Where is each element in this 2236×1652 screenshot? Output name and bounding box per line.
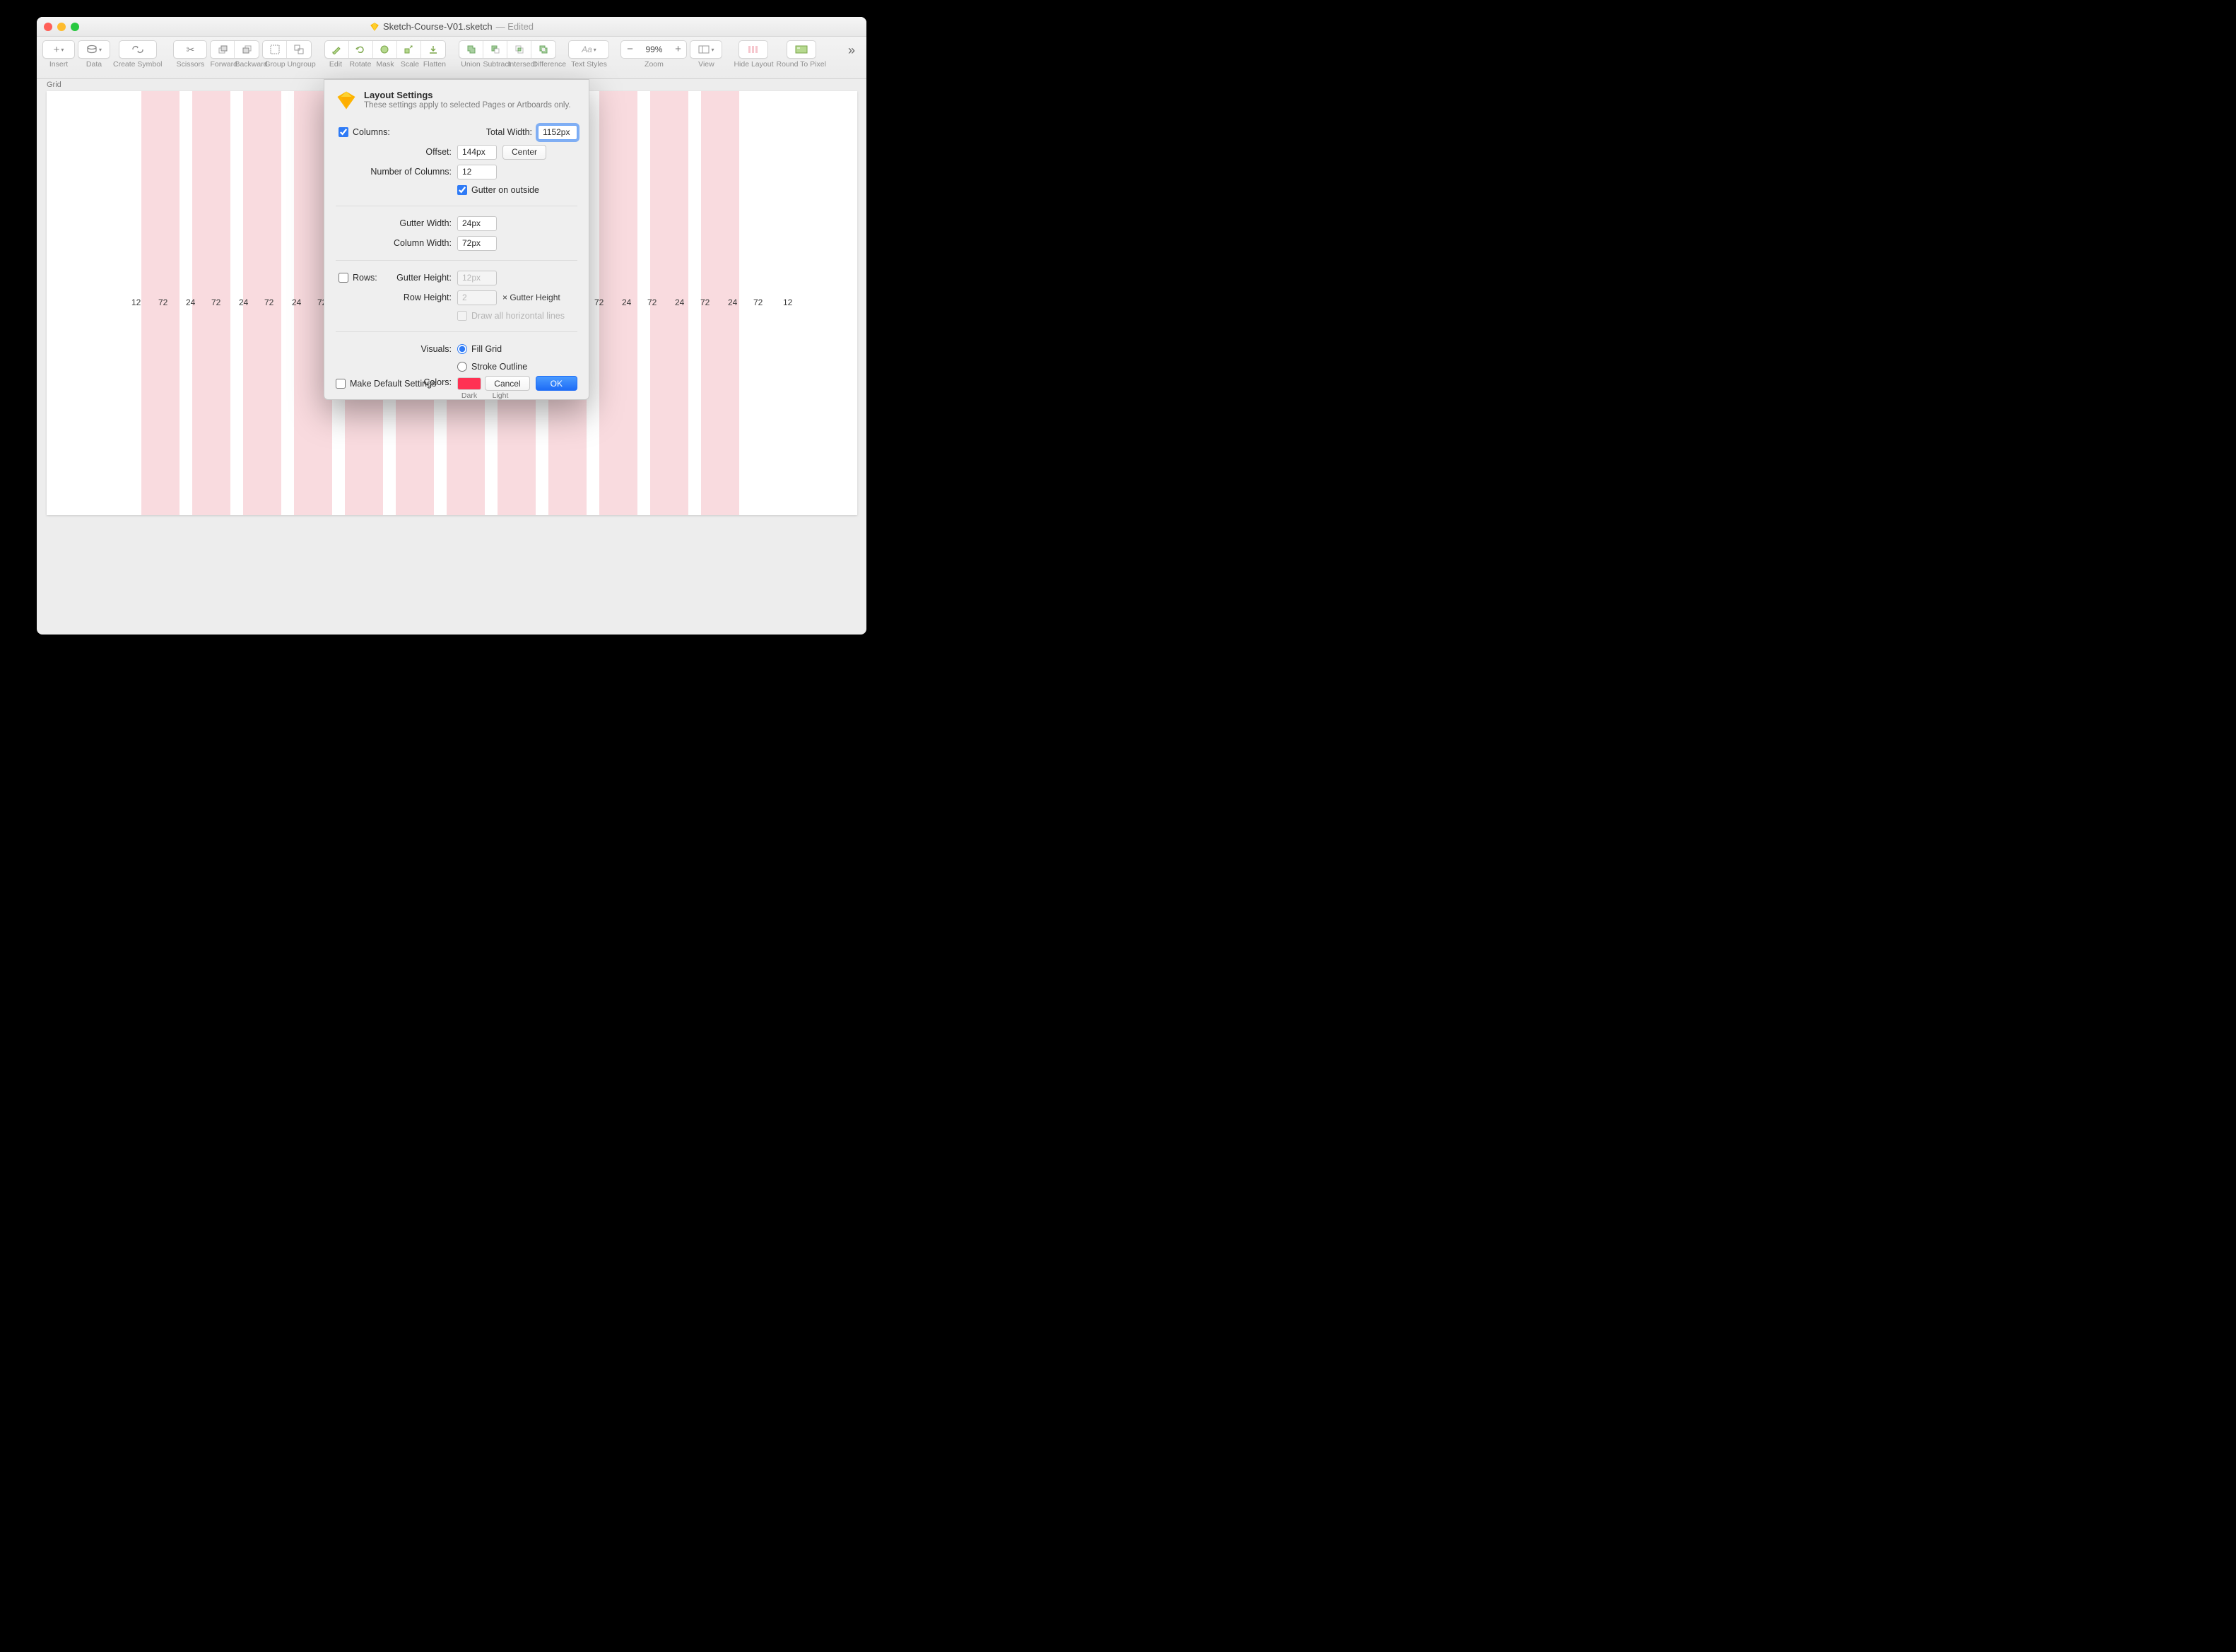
intersect-icon [514, 45, 524, 54]
insert-button[interactable]: +▾ [43, 41, 74, 58]
ok-button[interactable]: OK [536, 376, 577, 391]
difference-button[interactable] [531, 41, 555, 58]
mask-button[interactable] [373, 41, 397, 58]
scissors-icon: ✂ [187, 44, 195, 56]
toolbar: +▾ Insert ▾ Data Create Symbol ✂ Scissor… [37, 37, 866, 79]
gutter-height-input [457, 271, 497, 285]
number-of-columns-input[interactable] [457, 165, 497, 179]
create-symbol-button[interactable] [119, 41, 156, 58]
columns-checkbox[interactable] [339, 127, 348, 137]
flatten-icon [428, 45, 438, 54]
make-default-checkbox[interactable] [336, 379, 346, 389]
scale-button[interactable] [397, 41, 421, 58]
edit-button[interactable] [325, 41, 349, 58]
round-to-pixel-icon [795, 45, 808, 54]
toolbar-overflow-button[interactable]: » [845, 40, 861, 58]
stroke-outline-radio[interactable] [457, 362, 467, 372]
scissors-button[interactable]: ✂ [174, 41, 206, 58]
column-width-input[interactable] [457, 236, 497, 251]
data-button[interactable]: ▾ [78, 41, 110, 58]
app-window: Sketch-Course-V01.sketch — Edited +▾ Ins… [37, 17, 866, 635]
window-title: Sketch-Course-V01.sketch — Edited [37, 21, 866, 32]
view-icon [698, 45, 710, 54]
create-symbol-icon [131, 45, 145, 54]
union-icon [466, 45, 476, 54]
zoom-window-button[interactable] [71, 23, 79, 31]
hide-layout-button[interactable] [739, 41, 767, 58]
sketch-app-icon [336, 90, 357, 111]
backward-icon [242, 45, 252, 54]
text-styles-icon: Aa [582, 45, 592, 54]
offset-input[interactable] [457, 145, 497, 160]
row-height-input [457, 290, 497, 305]
sketch-file-icon [370, 22, 379, 32]
subtract-icon [490, 45, 500, 54]
view-button[interactable]: ▾ [690, 41, 722, 58]
subtract-button[interactable] [483, 41, 507, 58]
group-icon [270, 45, 280, 54]
ungroup-icon [294, 45, 304, 54]
difference-icon [539, 45, 548, 54]
gutter-width-input[interactable] [457, 216, 497, 231]
gutter-outside-checkbox[interactable] [457, 185, 467, 195]
group-button[interactable] [263, 41, 287, 58]
dialog-title: Layout Settings [364, 90, 571, 100]
zoom-out-button[interactable]: − [621, 41, 638, 58]
rotate-icon [355, 45, 365, 54]
close-window-button[interactable] [44, 23, 52, 31]
cancel-button[interactable]: Cancel [485, 376, 529, 391]
layout-columns-icon [747, 45, 760, 54]
zoom-value[interactable]: 99% [638, 45, 669, 54]
titlebar: Sketch-Course-V01.sketch — Edited [37, 17, 866, 37]
intersect-button[interactable] [507, 41, 531, 58]
fill-grid-radio[interactable] [457, 344, 467, 354]
minimize-window-button[interactable] [57, 23, 66, 31]
zoom-control: − 99% + [620, 40, 687, 59]
mask-icon [379, 45, 389, 54]
document-edited-status: — Edited [496, 21, 534, 32]
data-icon [86, 45, 98, 54]
pencil-icon [331, 45, 341, 54]
draw-horizontal-lines-checkbox [457, 311, 467, 321]
layout-settings-dialog: Layout Settings These settings apply to … [324, 79, 589, 400]
zoom-in-button[interactable]: + [669, 41, 686, 58]
window-controls [44, 23, 79, 31]
forward-button[interactable] [211, 41, 235, 58]
forward-icon [218, 45, 228, 54]
scale-icon [404, 45, 413, 54]
round-to-pixel-button[interactable] [787, 41, 816, 58]
center-button[interactable]: Center [502, 145, 546, 160]
flatten-button[interactable] [421, 41, 445, 58]
document-name: Sketch-Course-V01.sketch [383, 21, 493, 32]
ungroup-button[interactable] [287, 41, 311, 58]
text-styles-button[interactable]: Aa▾ [569, 41, 608, 58]
dialog-subtitle: These settings apply to selected Pages o… [364, 101, 571, 110]
rows-checkbox[interactable] [339, 273, 348, 283]
artboard-label[interactable]: Grid [47, 81, 61, 89]
total-width-input[interactable] [538, 125, 577, 140]
union-button[interactable] [459, 41, 483, 58]
backward-button[interactable] [235, 41, 259, 58]
rotate-button[interactable] [349, 41, 373, 58]
